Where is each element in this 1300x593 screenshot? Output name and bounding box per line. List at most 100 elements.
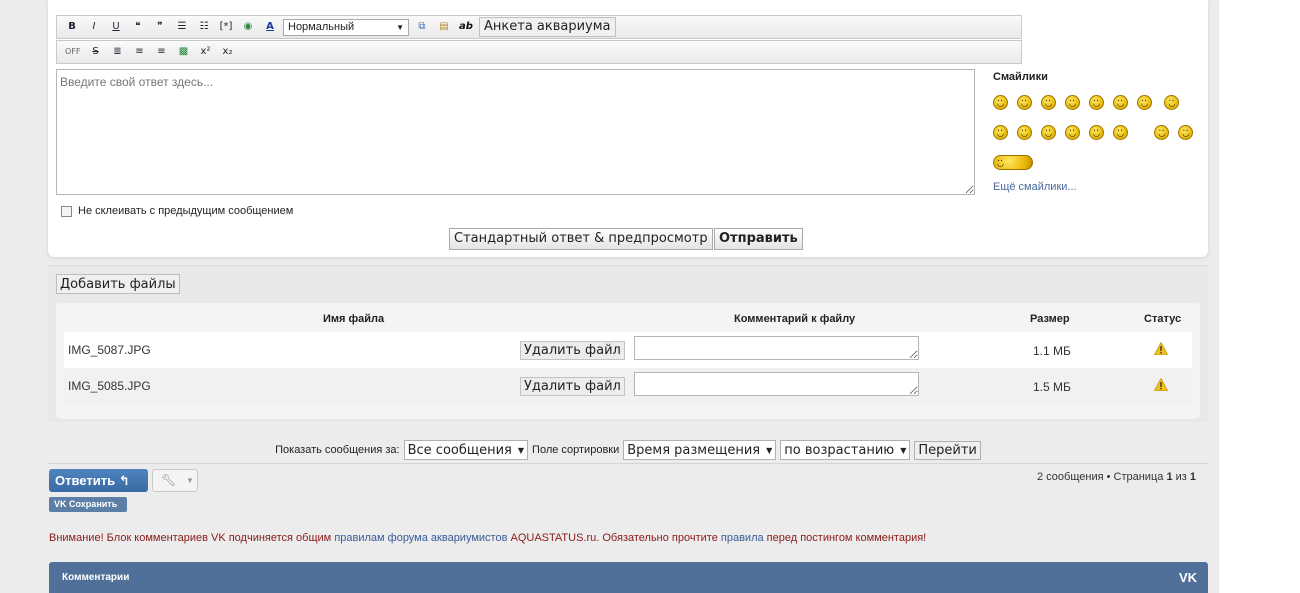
bold-button[interactable]: B — [63, 19, 81, 35]
warning-icon — [1154, 378, 1168, 391]
file-comment-input[interactable] — [634, 336, 919, 360]
sort-field-value: Время размещения — [627, 442, 761, 458]
bullet-list-icon[interactable]: ☰ — [173, 19, 191, 35]
reply-editor-panel: B I U ❝ ❞ ☰ ☷ [*] ◉ A Нормальный ▼ ⧉ ▤ a… — [48, 0, 1208, 257]
more-smilies-link[interactable]: Ещё смайлики... — [993, 181, 1077, 193]
smiley-icon[interactable] — [1065, 93, 1080, 110]
show-messages-value: Все сообщения — [407, 442, 512, 458]
smiley-icon[interactable] — [1065, 123, 1080, 140]
file-comment-input[interactable] — [634, 372, 919, 396]
vk-comments-header: Комментарии VK — [49, 562, 1208, 593]
copy-icon[interactable]: ⧉ — [413, 19, 431, 35]
show-messages-label: Показать сообщения за: — [275, 444, 400, 456]
smiley-icon[interactable] — [1017, 123, 1032, 140]
file-name: IMG_5085.JPG — [68, 379, 151, 393]
column-header-comment: Комментарий к файлу — [734, 313, 856, 325]
quote-icon[interactable]: ❝ — [129, 19, 147, 35]
sort-bar: Показать сообщения за: Все сообщения ▼ П… — [48, 439, 1208, 461]
attachments-panel: Добавить файлы Имя файла Комментарий к ф… — [48, 265, 1208, 422]
smiley-icon[interactable] — [993, 93, 1008, 110]
notice-text-1: Внимание! Блок комментариев VK подчиняет… — [49, 532, 332, 544]
no-merge-label: Не склеивать с предыдущим сообщением — [78, 205, 294, 217]
smiley-icon[interactable] — [1089, 123, 1104, 140]
editor-toolbar-row2: OFF S ≣ ≡ ≡ ▩ x² x₂ — [56, 40, 1022, 64]
align-right-icon[interactable]: ≡ — [153, 44, 171, 60]
vk-save-label: Сохранить — [69, 499, 118, 509]
smiley-icon[interactable] — [1178, 123, 1194, 140]
send-button[interactable]: Отправить — [714, 228, 803, 250]
vk-save-button[interactable]: VK Сохранить — [49, 497, 127, 512]
smiley-icon[interactable] — [1089, 93, 1104, 110]
numbered-list-icon[interactable]: ☷ — [195, 19, 213, 35]
pagination: 2 сообщения • Страница 1 из 1 — [1037, 471, 1196, 483]
no-merge-option[interactable]: Не склеивать с предыдущим сообщением — [61, 205, 293, 217]
italic-button[interactable]: I — [85, 19, 103, 35]
vk-badge: VK — [54, 499, 67, 509]
divider — [48, 463, 1208, 464]
list-item-icon[interactable]: [*] — [217, 19, 235, 35]
editor-toolbar-row1: B I U ❝ ❞ ☰ ☷ [*] ◉ A Нормальный ▼ ⧉ ▤ a… — [56, 15, 1022, 39]
smiley-icon[interactable] — [993, 153, 1033, 170]
column-header-name: Имя файла — [323, 313, 385, 325]
file-size: 1.1 МБ — [1033, 344, 1071, 358]
delete-file-button[interactable]: Удалить файл — [520, 341, 625, 360]
attachment-row: IMG_5085.JPG Удалить файл 1.5 МБ — [64, 368, 1192, 404]
ab-button[interactable]: ab — [457, 19, 475, 35]
smiley-icon[interactable] — [1154, 123, 1170, 140]
smilies-title: Смайлики — [993, 71, 1048, 83]
off-button[interactable]: OFF — [63, 44, 83, 60]
rules-link[interactable]: правила — [721, 532, 764, 544]
code-icon[interactable]: ❞ — [151, 19, 169, 35]
topic-tools-button[interactable]: 🔧︎ ▼ — [152, 469, 198, 492]
smiley-icon[interactable] — [1041, 123, 1056, 140]
underline-button[interactable]: U — [107, 19, 125, 35]
forum-rules-link[interactable]: правилам форума аквариумистов — [334, 532, 507, 544]
pagination-total: 1 — [1189, 471, 1197, 483]
file-size: 1.5 МБ — [1033, 380, 1071, 394]
smiley-icon[interactable] — [1137, 93, 1152, 110]
smiley-icon[interactable] — [1017, 93, 1032, 110]
attachments-header: Имя файла Комментарий к файлу Размер Ста… — [64, 303, 1192, 331]
sort-field-select[interactable]: Время размещения ▼ — [623, 440, 777, 460]
sort-order-select[interactable]: по возрастанию ▼ — [780, 440, 911, 460]
delete-file-button[interactable]: Удалить файл — [520, 377, 625, 396]
column-header-status: Статус — [1144, 313, 1182, 325]
strikethrough-icon[interactable]: S — [87, 44, 105, 60]
smilies-grid — [993, 89, 1203, 179]
show-messages-select[interactable]: Все сообщения ▼ — [403, 440, 529, 460]
font-color-icon[interactable]: A — [261, 19, 279, 35]
align-center-icon[interactable]: ≣ — [109, 44, 127, 60]
smiley-icon[interactable] — [1113, 123, 1128, 140]
image-icon[interactable]: ▩ — [175, 44, 193, 60]
reply-button[interactable]: Ответить ↰ — [49, 469, 148, 492]
chevron-down-icon: ▼ — [517, 445, 525, 455]
no-merge-checkbox[interactable] — [61, 205, 72, 217]
sort-order-value: по возрастанию — [784, 442, 895, 458]
vk-logo-icon: VK — [1179, 570, 1198, 585]
go-button[interactable]: Перейти — [914, 440, 981, 460]
subscript-button[interactable]: x₂ — [219, 44, 237, 60]
reply-arrow-icon: ↰ — [118, 473, 130, 488]
align-left-icon[interactable]: ≡ — [131, 44, 149, 60]
aquarium-form-button[interactable]: Анкета аквариума — [479, 17, 616, 37]
link-globe-icon[interactable]: ◉ — [239, 19, 257, 35]
paste-icon[interactable]: ▤ — [435, 19, 453, 35]
notice-text-2: AQUASTATUS.ru. Обязательно прочтите — [510, 532, 718, 544]
font-size-value: Нормальный — [288, 21, 355, 33]
smiley-icon[interactable] — [1113, 93, 1128, 110]
reply-textarea[interactable] — [56, 69, 975, 195]
chevron-down-icon: ▼ — [766, 445, 773, 455]
smiley-icon[interactable] — [993, 123, 1008, 140]
vk-comments-notice: Внимание! Блок комментариев VK подчиняет… — [49, 532, 926, 544]
reply-button-label: Ответить — [55, 473, 116, 488]
preview-button[interactable]: Стандартный ответ & предпросмотр — [449, 228, 713, 250]
comments-title: Комментарии — [62, 572, 130, 583]
attachment-row: IMG_5087.JPG Удалить файл 1.1 МБ — [64, 332, 1192, 368]
smiley-icon[interactable] — [1164, 93, 1180, 110]
smiley-icon[interactable] — [1041, 93, 1056, 110]
superscript-button[interactable]: x² — [197, 44, 215, 60]
chevron-down-icon: ▼ — [186, 476, 194, 485]
notice-text-3: перед постингом комментария! — [766, 532, 927, 544]
font-size-select[interactable]: Нормальный ▼ — [283, 18, 409, 36]
add-files-button[interactable]: Добавить файлы — [56, 274, 180, 294]
